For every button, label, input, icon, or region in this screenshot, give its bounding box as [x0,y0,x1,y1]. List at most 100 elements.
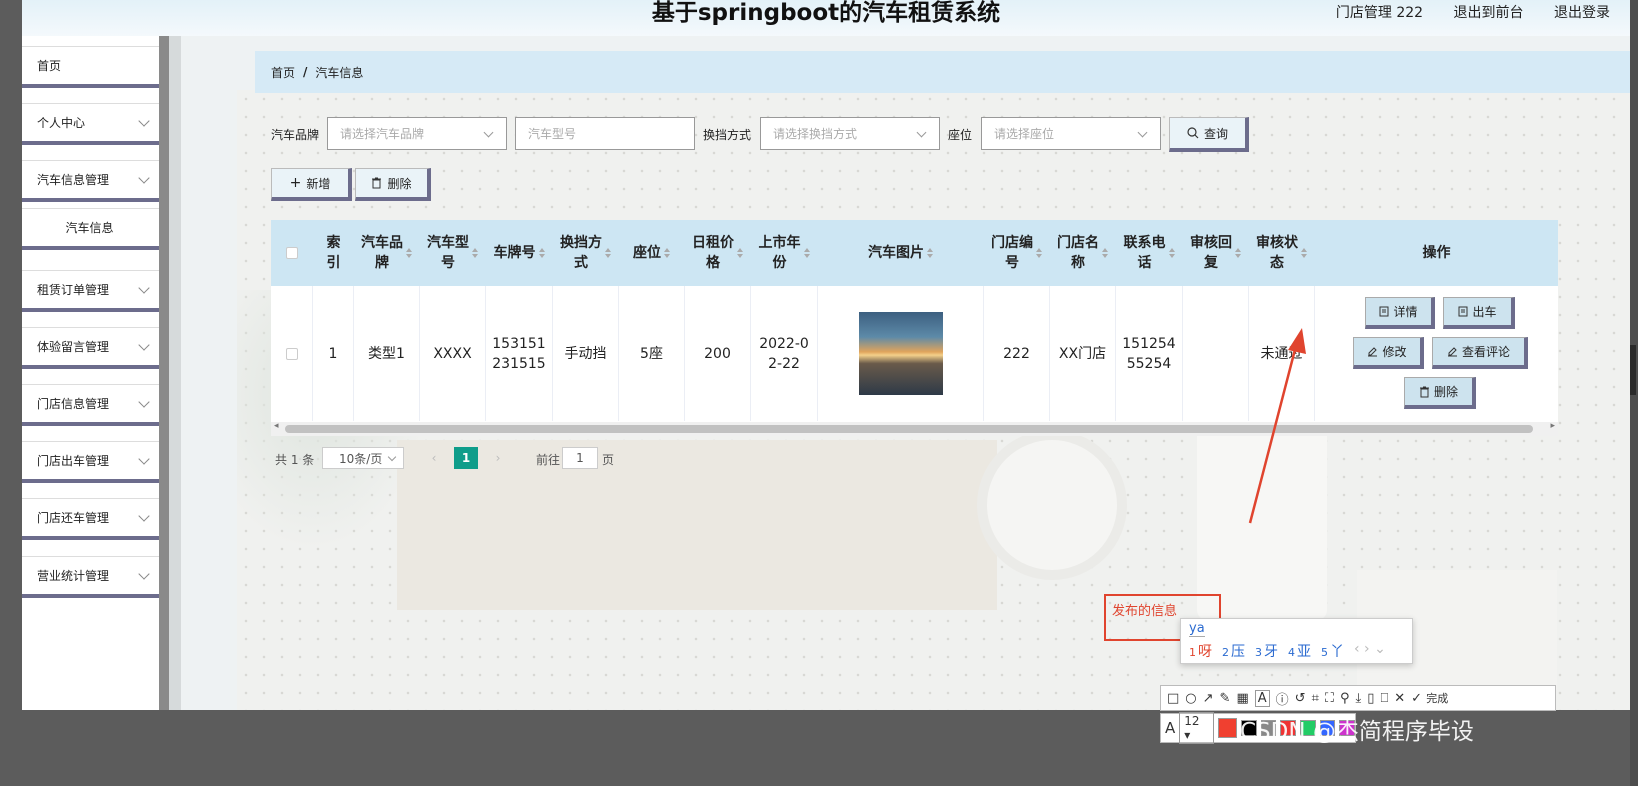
ime-candidate[interactable]: 5丫 [1321,641,1344,661]
sort-icon[interactable] [406,248,413,258]
phone-icon[interactable]: ▯ [1367,691,1374,706]
sort-icon[interactable] [1168,248,1176,258]
user-store-link[interactable]: 门店管理 222 [1336,5,1423,21]
sort-icon[interactable] [472,248,479,258]
ime-candidate[interactable]: 4亚 [1288,641,1311,661]
ime-candidate[interactable]: 3牙 [1255,641,1278,661]
sort-icon[interactable] [664,248,671,258]
next-page-button[interactable]: › [486,447,510,469]
scroll-left-icon[interactable]: ◂ [274,421,279,431]
row-delete-button[interactable]: 删除 [1404,377,1476,409]
scan-icon[interactable]: ⛶ [1325,691,1334,706]
breadcrumb-home[interactable]: 首页 [271,64,295,81]
row-checkbox[interactable] [285,347,298,360]
select-all-checkbox[interactable] [286,247,298,259]
car-image[interactable] [858,312,943,395]
close-icon[interactable]: ✕ [1394,691,1405,706]
sort-icon[interactable] [1301,248,1308,258]
sort-icon[interactable] [1036,248,1043,258]
prev-page-button[interactable]: ‹ [422,447,446,469]
sidebar-item-rental-orders[interactable]: 租赁订单管理 [22,270,164,312]
sort-icon[interactable] [605,248,612,258]
transmission-filter-label: 换挡方式 [703,128,752,142]
done-button[interactable]: ✓ 完成 [1411,690,1448,706]
pen-tool-icon[interactable]: ✎ [1220,691,1231,706]
column-header-label: 换挡方 式 [560,235,602,271]
color-swatch-red[interactable] [1217,718,1238,738]
column-header[interactable]: 车牌号 [486,220,553,286]
column-header[interactable]: 汽车品 牌 [354,220,420,286]
bookmark-icon[interactable]: ⎕ [1380,691,1388,706]
font-size-select[interactable]: 12 ▾ [1179,712,1214,744]
add-button[interactable]: + 新增 [271,168,352,201]
watermark: CSDN @杰简程序毕设 [1240,719,1474,745]
scrollbar-thumb[interactable] [285,425,1533,433]
edit-icon [1447,347,1457,357]
sequence-tool-icon[interactable]: ⓘ [1276,689,1289,708]
phone-cell: 151254 55254 [1116,286,1183,421]
column-header[interactable]: 日租价 格 [685,220,751,286]
edit-button[interactable]: 修改 [1353,337,1424,369]
sidebar-item-store-info[interactable]: 门店信息管理 [22,384,164,426]
pin-icon[interactable]: ⚲ [1340,691,1350,706]
transmission-select[interactable]: 请选择换挡方式 [760,117,940,150]
rectangle-tool-icon[interactable]: □ [1167,691,1179,706]
sort-icon[interactable] [803,248,811,258]
column-header[interactable]: 换挡方 式 [553,220,619,286]
model-input[interactable]: 汽车型号 [515,117,695,150]
column-header[interactable]: 汽车图片 [818,220,984,286]
goto-page-input[interactable]: 1 [562,447,598,469]
ellipse-tool-icon[interactable]: ○ [1185,691,1196,706]
column-header[interactable]: 门店编 号 [984,220,1050,286]
sidebar-subitem-car-info[interactable]: 汽车信息 [22,208,164,250]
undo-icon[interactable]: ↺ [1295,691,1306,706]
crop-icon[interactable]: ⌗ [1312,691,1319,706]
sidebar-item-messages[interactable]: 体验留言管理 [22,327,164,369]
search-button[interactable]: 查询 [1169,117,1249,152]
column-header[interactable]: 门店名 称 [1050,220,1116,286]
store-name-cell: XX门店 [1050,286,1116,421]
brand-select[interactable]: 请选择汽车品牌 [327,117,507,150]
column-header[interactable]: 审核回 复 [1183,220,1249,286]
arrow-tool-icon[interactable]: ↗ [1203,691,1214,706]
checkout-button[interactable]: 出车 [1443,297,1515,329]
sidebar-item-business-stats[interactable]: 营业统计管理 [22,556,164,598]
table-horizontal-scrollbar[interactable]: ◂ ▸ [271,421,1558,436]
seats-select[interactable]: 请选择座位 [981,117,1161,150]
sort-icon[interactable] [1102,248,1109,258]
page-size-select[interactable]: 10条/页 [322,447,404,469]
back-to-front-link[interactable]: 退出到前台 [1454,5,1524,21]
column-header[interactable]: 上市年 份 [751,220,818,286]
scroll-right-icon[interactable]: ▸ [1550,421,1555,431]
trash-icon [372,177,382,189]
sort-icon[interactable] [1235,248,1242,258]
chevron-down-icon [138,339,150,351]
ime-page-icon[interactable]: ‹ › ⌄ [1354,641,1386,661]
logout-link[interactable]: 退出登录 [1554,5,1610,21]
sidebar-item-store-return[interactable]: 门店还车管理 [22,498,164,540]
delete-button[interactable]: 删除 [355,168,431,201]
download-icon[interactable]: ⤓ [1356,691,1362,706]
detail-button[interactable]: 详情 [1365,297,1435,329]
mosaic-tool-icon[interactable]: ▦ [1236,691,1248,706]
column-header[interactable]: 座位 [619,220,685,286]
sidebar: 首页 个人中心 汽车信息管理 汽车信息 租赁订单管理 体验留言管理 门店信息管理… [22,36,167,710]
sort-icon[interactable] [538,248,546,258]
sidebar-item-car-info-mgmt[interactable]: 汽车信息管理 [22,160,164,202]
chevron-down-icon [138,172,150,184]
column-header[interactable]: 汽车型 号 [420,220,486,286]
text-tool-icon[interactable]: A [1254,689,1270,707]
current-page-button[interactable]: 1 [454,447,478,469]
ime-candidate[interactable]: 2压 [1222,641,1245,661]
ime-candidate[interactable]: 1呀 [1189,641,1212,661]
column-header-label: 审核状 态 [1256,235,1298,271]
column-header[interactable]: 联系电 话 [1116,220,1183,286]
sidebar-item-personal-center[interactable]: 个人中心 [22,103,164,145]
outer-scrollbar-thumb[interactable] [1630,345,1636,395]
sidebar-item-home[interactable]: 首页 [22,46,164,88]
sort-icon[interactable] [927,248,934,258]
sort-icon[interactable] [737,248,744,258]
column-header[interactable]: 审核状 态 [1249,220,1315,286]
view-comments-button[interactable]: 查看评论 [1432,337,1528,369]
sidebar-item-store-checkout[interactable]: 门店出车管理 [22,441,164,483]
